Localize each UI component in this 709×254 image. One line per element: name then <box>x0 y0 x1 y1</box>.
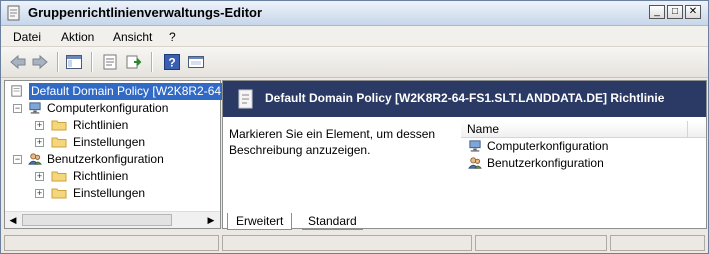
folder-icon <box>51 171 67 182</box>
tree-label-richtlinien: Richtlinien <box>73 169 129 183</box>
toolbar-separator <box>57 52 59 72</box>
details-header: Default Domain Policy [W2K8R2-64-FS1.SLT… <box>223 81 706 117</box>
console-tree: Default Domain Policy [W2K8R2-64 − Compu… <box>4 80 224 229</box>
list-label-user: Benutzerkonfiguration <box>487 156 604 170</box>
menu-bar: Datei Aktion Ansicht ? <box>1 26 708 47</box>
status-bar <box>1 233 708 253</box>
tab-erweitert[interactable]: Erweitert <box>227 213 293 230</box>
window-title: Gruppenrichtlinienverwaltungs-Editor <box>28 5 263 20</box>
tree-label-einstellungen: Einstellungen <box>73 186 146 200</box>
help-icon[interactable]: ? <box>163 53 181 71</box>
policy-scroll-icon <box>238 89 253 109</box>
menu-aktion[interactable]: Aktion <box>61 30 94 44</box>
menu-ansicht[interactable]: Ansicht <box>113 30 152 44</box>
filter-view-icon[interactable] <box>187 53 205 71</box>
toolbar-separator <box>91 52 93 72</box>
horizontal-scrollbar[interactable]: ◀ ▶ <box>5 211 220 228</box>
status-cell <box>222 235 472 251</box>
column-divider[interactable] <box>687 121 688 137</box>
expand-toggle[interactable]: + <box>35 121 44 130</box>
status-cell <box>4 235 219 251</box>
show-hide-tree-icon[interactable] <box>65 53 83 71</box>
menu-datei[interactable]: Datei <box>13 30 41 44</box>
export-list-icon[interactable] <box>125 53 143 71</box>
view-tabs: Erweitert Standard <box>222 213 705 231</box>
status-cell <box>610 235 705 251</box>
users-icon <box>28 153 42 165</box>
computer-icon <box>29 102 41 114</box>
scroll-right-icon[interactable]: ▶ <box>204 213 218 227</box>
tree-label-user: Benutzerkonfiguration <box>47 152 164 166</box>
list-label-computer: Computerkonfiguration <box>487 139 609 153</box>
properties-icon[interactable] <box>101 53 119 71</box>
tree-label-root: Default Domain Policy [W2K8R2-64 <box>29 83 224 100</box>
policy-editor-icon <box>7 5 20 21</box>
computer-icon <box>469 140 481 152</box>
collapse-toggle[interactable]: − <box>13 155 22 164</box>
column-header-name[interactable]: Name <box>461 121 706 138</box>
back-arrow-icon[interactable] <box>9 53 27 71</box>
details-title: Default Domain Policy [W2K8R2-64-FS1.SLT… <box>265 91 665 105</box>
status-cell <box>475 235 607 251</box>
minimize-button[interactable]: _ <box>649 5 665 19</box>
description-text: Markieren Sie ein Element, um dessen Bes… <box>229 127 436 157</box>
folder-icon <box>51 120 67 131</box>
tree-label-einstellungen: Einstellungen <box>73 135 146 149</box>
forward-arrow-icon[interactable] <box>31 53 49 71</box>
scrollbar-thumb[interactable] <box>22 214 172 226</box>
users-icon <box>468 157 482 169</box>
expand-toggle[interactable]: + <box>35 189 44 198</box>
expand-toggle[interactable]: + <box>35 138 44 147</box>
policy-scroll-icon <box>11 85 22 97</box>
toolbar-separator <box>151 52 153 72</box>
svg-text:?: ? <box>168 56 175 70</box>
title-bar: Gruppenrichtlinienverwaltungs-Editor _ □… <box>1 1 708 26</box>
tree-label-richtlinien: Richtlinien <box>73 118 129 132</box>
tab-standard[interactable]: Standard <box>302 213 363 230</box>
collapse-toggle[interactable]: − <box>13 104 22 113</box>
folder-icon <box>51 188 67 199</box>
toolbar: ? <box>1 47 708 78</box>
menu-help[interactable]: ? <box>169 30 176 44</box>
close-button[interactable]: ✕ <box>685 5 701 19</box>
column-label-name: Name <box>467 122 500 136</box>
tree-label-computer: Computerkonfiguration <box>47 101 169 115</box>
folder-icon <box>51 137 67 148</box>
scroll-left-icon[interactable]: ◀ <box>6 213 20 227</box>
expand-toggle[interactable]: + <box>35 172 44 181</box>
maximize-button[interactable]: □ <box>667 5 683 19</box>
app-window: Gruppenrichtlinienverwaltungs-Editor _ □… <box>0 0 709 254</box>
details-pane: Default Domain Policy [W2K8R2-64-FS1.SLT… <box>222 80 707 229</box>
